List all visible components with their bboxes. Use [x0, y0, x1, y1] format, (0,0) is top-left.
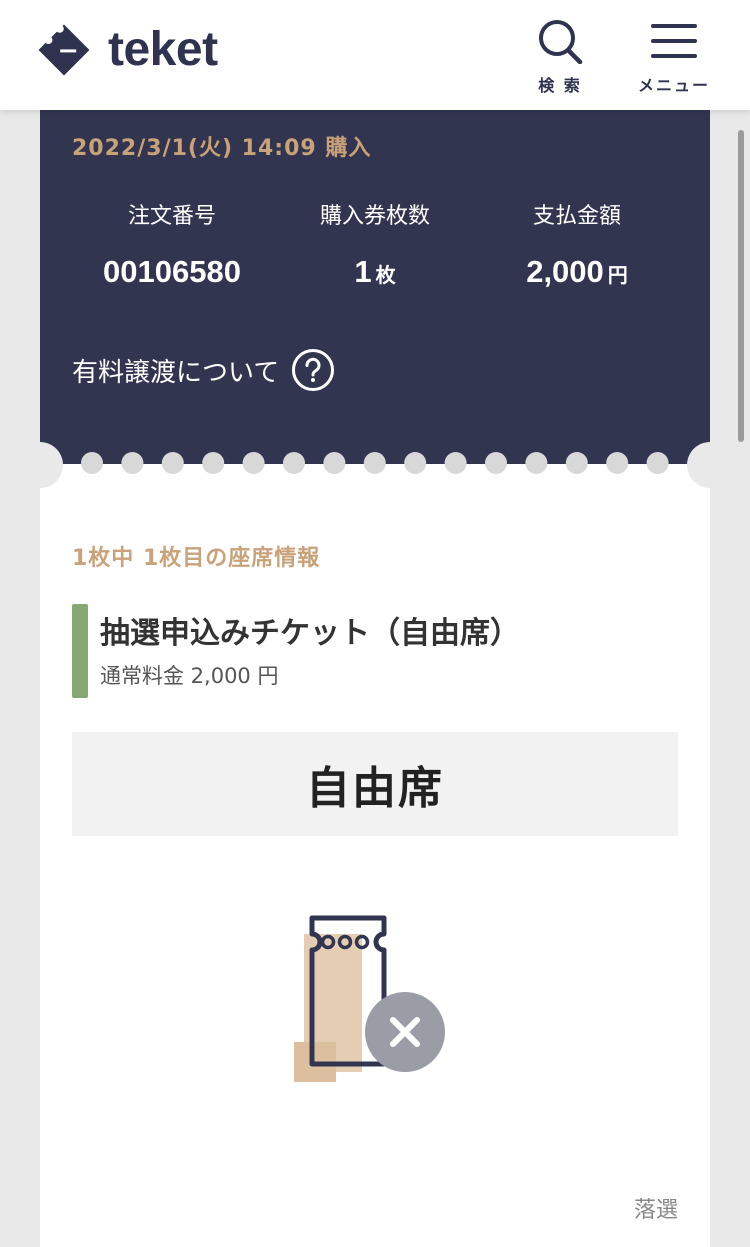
scrollbar-thumb[interactable]	[738, 130, 744, 442]
menu-label: メニュー	[637, 76, 710, 95]
ticket-price: 通常料金 2,000 円	[100, 664, 279, 688]
ticket-type-accent-bar	[72, 604, 88, 698]
purchase-datetime: 2022/3/1(火) 14:09 購入	[72, 136, 372, 161]
perforation-notch-left	[17, 442, 63, 488]
search-label: 検 索	[538, 76, 582, 95]
ticket-type-block: 抽選申込みチケット（自由席） 通常料金 2,000 円	[72, 604, 678, 698]
logo-text[interactable]: teket	[108, 22, 218, 77]
lost-ticket-icon	[294, 915, 445, 1082]
search-button[interactable]: 検 索	[530, 18, 590, 96]
perforation-dot	[485, 452, 507, 474]
perforation-dot	[242, 452, 265, 474]
amount-unit: 円	[607, 265, 628, 287]
question-icon[interactable]	[291, 348, 335, 392]
paid-transfer-label: 有料譲渡について	[72, 357, 280, 388]
perforation-dot	[363, 452, 386, 474]
perforation-dot	[283, 452, 305, 474]
ticket-count-value: 1	[354, 254, 372, 289]
perforation-dot	[525, 452, 548, 474]
perforation-dot	[444, 452, 467, 474]
perforation-dot	[565, 452, 588, 474]
ticket-perforation	[17, 442, 733, 488]
ticket-count-label: 購入券枚数	[319, 204, 430, 229]
app-header: teket 検 索 メニュー	[0, 0, 750, 110]
hamburger-menu-icon	[651, 24, 697, 58]
order-number-column: 注文番号 00106580	[72, 198, 272, 290]
perforation-dot	[323, 452, 346, 474]
perforation-dot	[404, 452, 427, 474]
perforation-dot	[161, 452, 184, 474]
perforation-dot	[121, 452, 144, 474]
seat-position-text: 1枚中 1枚目の座席情報	[72, 546, 321, 571]
order-number-value: 00106580	[103, 254, 241, 289]
ticket-count-column: 購入券枚数 1枚	[275, 198, 475, 290]
seat-info-card: 1枚中 1枚目の座席情報 抽選申込みチケット（自由席） 通常料金 2,000 円…	[40, 464, 710, 1247]
search-icon	[539, 20, 583, 65]
perforation-dot	[606, 452, 629, 474]
perforation-dot	[81, 452, 103, 474]
amount-column: 支払金額 2,000 円	[477, 198, 677, 290]
lottery-result-status: 落選	[633, 1198, 678, 1223]
menu-button[interactable]: メニュー	[636, 18, 712, 96]
order-number-label: 注文番号	[127, 204, 216, 229]
seat-type-label: 自由席	[306, 763, 444, 814]
paid-transfer-link[interactable]: 有料譲渡について	[72, 348, 335, 392]
ticket-count-unit: 枚	[375, 265, 396, 287]
perforation-dot	[646, 452, 669, 474]
seat-type-box: 自由席	[72, 732, 678, 836]
amount-value: 2,000	[526, 254, 604, 289]
order-summary-card: 2022/3/1(火) 14:09 購入 注文番号 00106580 購入券枚数…	[40, 110, 710, 464]
ticket-logo-icon[interactable]	[32, 18, 96, 82]
perforation-dot	[202, 452, 225, 474]
amount-label: 支払金額	[532, 204, 621, 229]
ticket-name: 抽選申込みチケット（自由席）	[100, 616, 520, 651]
perforation-notch-right	[687, 442, 733, 488]
